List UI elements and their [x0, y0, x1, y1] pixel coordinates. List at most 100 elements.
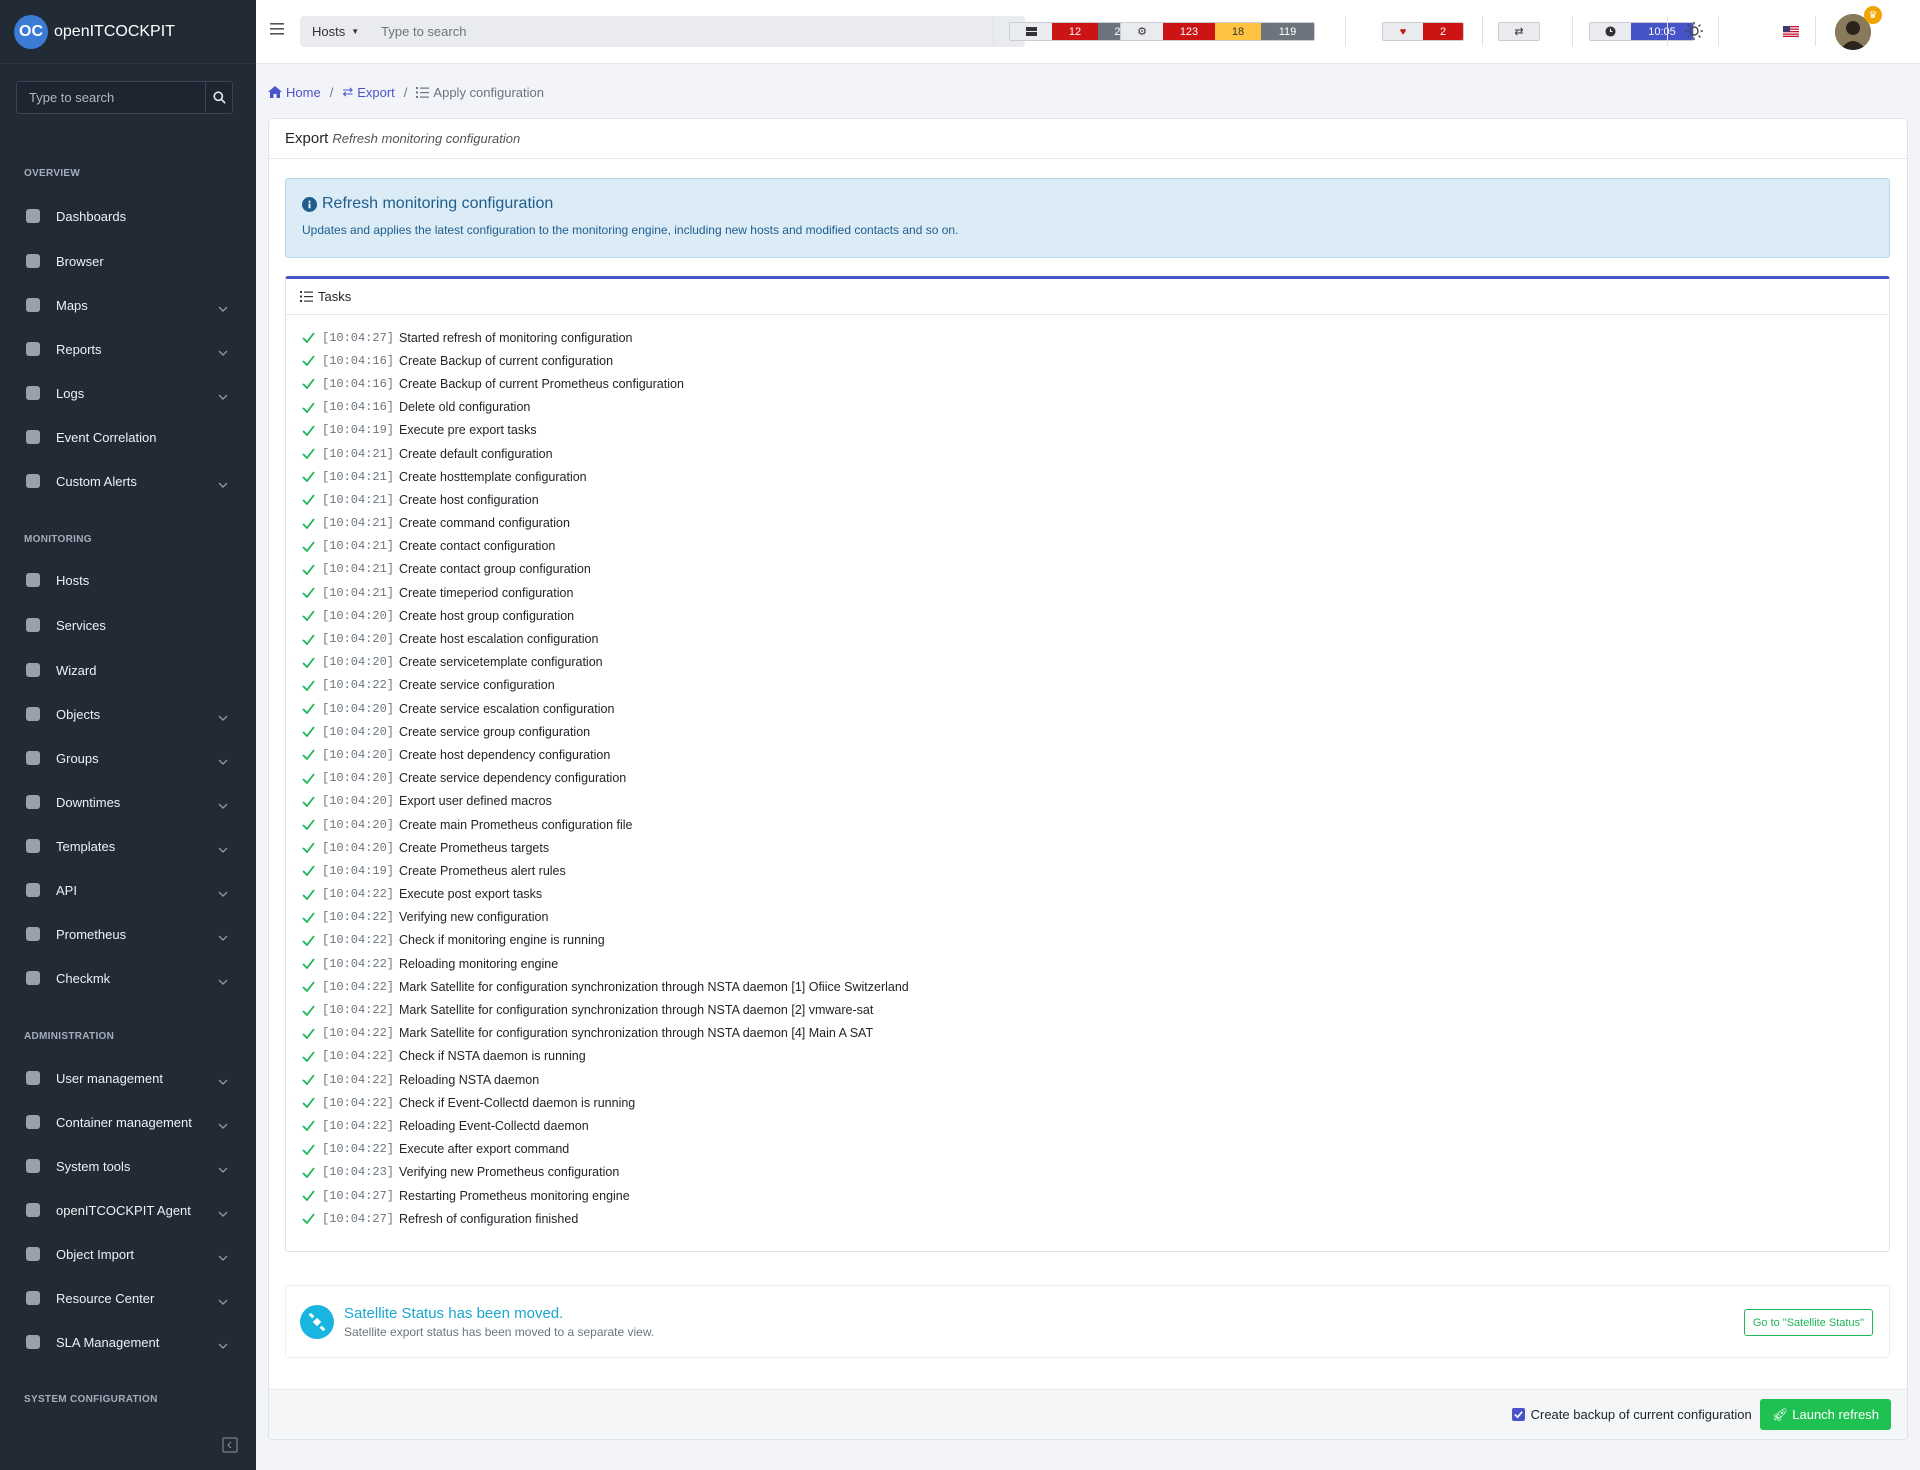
sidebar-item-prometheus[interactable]: Prometheus [0, 914, 256, 954]
backup-checkbox-label[interactable]: Create backup of current configuration [1531, 1407, 1752, 1422]
launch-refresh-button[interactable]: 🚀︎ Launch refresh [1759, 1399, 1891, 1430]
chevron-down-icon [218, 1161, 228, 1176]
task-timestamp: [10:04:27] [322, 1188, 395, 1203]
backup-checkbox[interactable] [1511, 1408, 1525, 1421]
sidebar-item-object-import[interactable]: Object Import [0, 1234, 256, 1274]
sidebar-item-openitcockpit-agent[interactable]: openITCOCKPIT Agent [0, 1190, 256, 1230]
task-item: [10:04:21] Create contact configuration [286, 535, 1889, 558]
task-timestamp: [10:04:20] [322, 655, 395, 670]
sidebar-item-browser[interactable]: Browser [0, 241, 256, 281]
task-list: [10:04:27] Started refresh of monitoring … [286, 315, 1889, 1230]
search-scope-dropdown[interactable]: Hosts ▼ [300, 16, 371, 47]
sun-icon [1685, 22, 1703, 40]
task-label: Create main Prometheus configuration fil… [399, 817, 633, 832]
launch-refresh-label: Launch refresh [1792, 1407, 1879, 1422]
sidebar-item-groups[interactable]: Groups [0, 738, 256, 778]
link-icon [22, 1155, 44, 1177]
task-timestamp: [10:04:22] [322, 1049, 395, 1064]
task-label: Execute after export command [399, 1142, 570, 1157]
sidebar-item-wizard[interactable]: Wizard [0, 650, 256, 690]
task-label: Reloading Event-Collectd daemon [399, 1118, 589, 1133]
satellite-title: Satellite Status has been moved. [344, 1304, 564, 1322]
sidebar-collapse-button[interactable] [222, 1437, 238, 1456]
task-timestamp: [10:04:22] [322, 1003, 395, 1018]
heartbeat-pill[interactable]: ♥ 2 [1382, 22, 1464, 41]
rocket-icon: 🚀︎ [1771, 1406, 1789, 1422]
task-timestamp: [10:04:22] [322, 956, 395, 971]
sidebar-item-services[interactable]: Services [0, 605, 256, 645]
sidebar-item-custom-alerts[interactable]: Custom Alerts [0, 461, 256, 501]
task-item: [10:04:20] Export user defined macros [286, 790, 1889, 813]
sidebar-search-input[interactable] [17, 82, 205, 113]
server-time-pill[interactable]: 10:05 [1589, 22, 1694, 41]
sidebar-item-checkmk[interactable]: Checkmk [0, 958, 256, 998]
tasks-header: Tasks [286, 279, 1889, 315]
task-item: [10:04:27] Started refresh of monitoring … [286, 326, 1889, 349]
panel-subtitle: Refresh monitoring configuration [332, 131, 521, 146]
sidebar-item-objects[interactable]: Objects [0, 694, 256, 734]
task-timestamp: [10:04:21] [322, 539, 395, 554]
task-timestamp: [10:04:22] [322, 1118, 395, 1133]
sidebar-item-event-correlation[interactable]: Event Correlation [0, 417, 256, 457]
menu-toggle-button[interactable] [270, 22, 284, 39]
sidebar-item-system-tools[interactable]: System tools [0, 1146, 256, 1186]
sidebar-search-button[interactable] [205, 82, 232, 113]
breadcrumb-export-label: Export [357, 84, 395, 100]
theme-toggle-button[interactable] [1684, 21, 1704, 44]
task-item: [10:04:22] Create service configuration [286, 674, 1889, 697]
task-label: Create Prometheus alert rules [399, 863, 566, 878]
language-selector[interactable] [1783, 25, 1799, 40]
topbar: Hosts▼ 12 22 ⚙ 123 18 119 ♥ 2 ⇄ 10:05 ♛ [256, 0, 1920, 64]
task-item: [10:04:27] Refresh of configuration finis… [286, 1207, 1889, 1230]
file-icon [22, 382, 44, 404]
task-item: [10:04:16] Create Backup of current Prome… [286, 372, 1889, 395]
check-icon [302, 749, 322, 761]
sidebar-item-downtimes[interactable]: Downtimes [0, 782, 256, 822]
check-icon [1513, 1411, 1523, 1419]
divider [993, 16, 994, 46]
link-icon [22, 1111, 44, 1133]
chevron-down-icon [218, 1249, 228, 1264]
sidebar-item-resource-center[interactable]: Resource Center [0, 1278, 256, 1318]
clock-icon [1590, 23, 1631, 40]
service-critical-count: 123 [1163, 23, 1215, 40]
service-status-pill[interactable]: ⚙ 123 18 119 [1120, 22, 1315, 41]
sidebar-item-logs[interactable]: Logs [0, 373, 256, 413]
sidebar-item-templates[interactable]: Templates [0, 826, 256, 866]
sidebar-item-sla-management[interactable]: SLA Management [0, 1322, 256, 1362]
breadcrumb-separator: / [403, 84, 408, 100]
breadcrumb-home[interactable]: Home [268, 85, 321, 100]
task-timestamp: [10:04:16] [322, 353, 395, 368]
task-label: Create servicetemplate configuration [399, 655, 603, 670]
sidebar-item-user-management[interactable]: User management [0, 1058, 256, 1098]
task-item: [10:04:20] Create host dependency configu… [286, 743, 1889, 766]
service-warning-count: 18 [1215, 23, 1261, 40]
brand[interactable]: OC openITCOCKPIT [0, 0, 256, 64]
sidebar-item-dashboards[interactable]: Dashboards [0, 196, 256, 236]
check-icon [302, 726, 322, 738]
task-item: [10:04:22] Reloading Event-Collectd daemo… [286, 1114, 1889, 1137]
task-item: [10:04:21] Create contact group configura… [286, 558, 1889, 581]
go-to-satellite-status-button[interactable]: Go to "Satellite Status" [1743, 1309, 1873, 1336]
sidebar-item-label: openITCOCKPIT Agent [56, 1202, 191, 1218]
search-icon [212, 91, 226, 104]
sidebar-item-hosts[interactable]: Hosts [0, 560, 256, 600]
check-icon [302, 332, 322, 344]
sidebar-item-container-management[interactable]: Container management [0, 1102, 256, 1142]
sidebar-item-reports[interactable]: Reports [0, 329, 256, 369]
sidebar-item-api[interactable]: API [0, 870, 256, 910]
check-icon [302, 425, 322, 436]
server-icon [1010, 23, 1052, 40]
top-search-input[interactable] [371, 24, 1025, 39]
check-icon [302, 703, 322, 715]
export-button[interactable]: ⇄ [1498, 22, 1540, 41]
service-unknown-count: 119 [1261, 23, 1314, 40]
file-icon [22, 338, 44, 360]
task-item: [10:04:21] Create timeperiod configuratio… [286, 581, 1889, 604]
task-label: Create service dependency configuration [399, 771, 627, 786]
check-icon [302, 796, 322, 807]
file-icon [22, 1331, 44, 1353]
breadcrumb-current: Apply configuration [416, 85, 544, 100]
sidebar-item-maps[interactable]: Maps [0, 285, 256, 325]
breadcrumb-export[interactable]: ⇄ Export [342, 84, 394, 100]
